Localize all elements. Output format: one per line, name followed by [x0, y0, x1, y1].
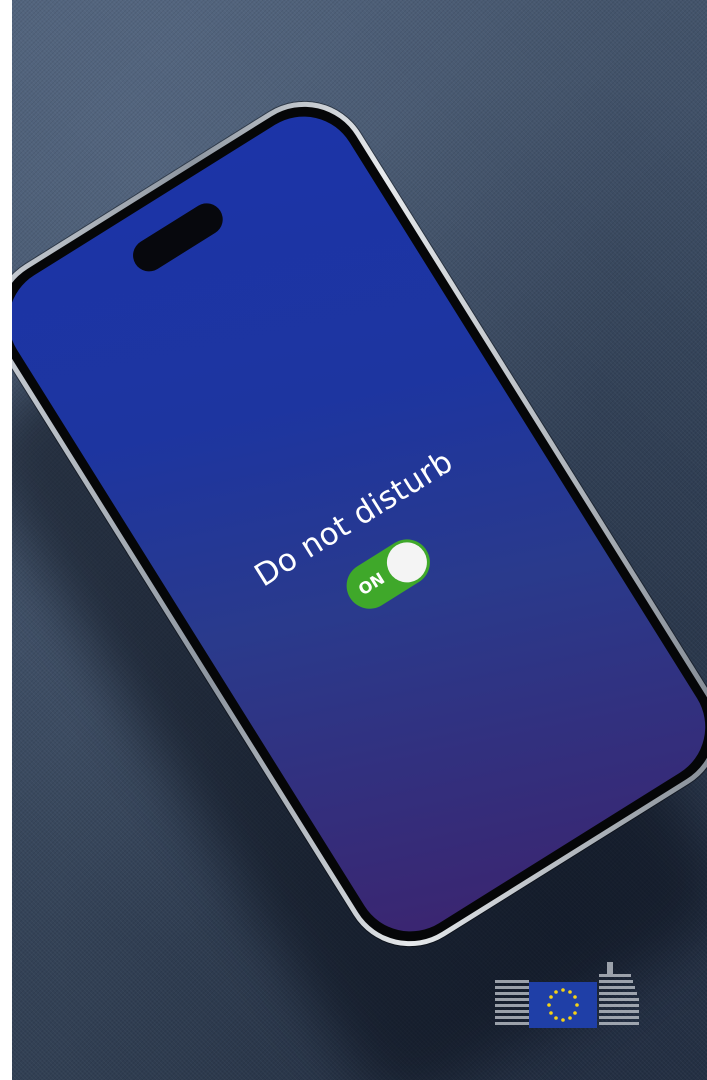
toggle-label: ON — [354, 568, 388, 600]
dynamic-island — [127, 197, 229, 278]
background-photo: Do not disturb ON — [12, 0, 707, 1080]
european-commission-logo-icon — [495, 962, 639, 1028]
toggle-knob — [379, 534, 435, 590]
dnd-toggle[interactable]: ON — [337, 530, 439, 618]
